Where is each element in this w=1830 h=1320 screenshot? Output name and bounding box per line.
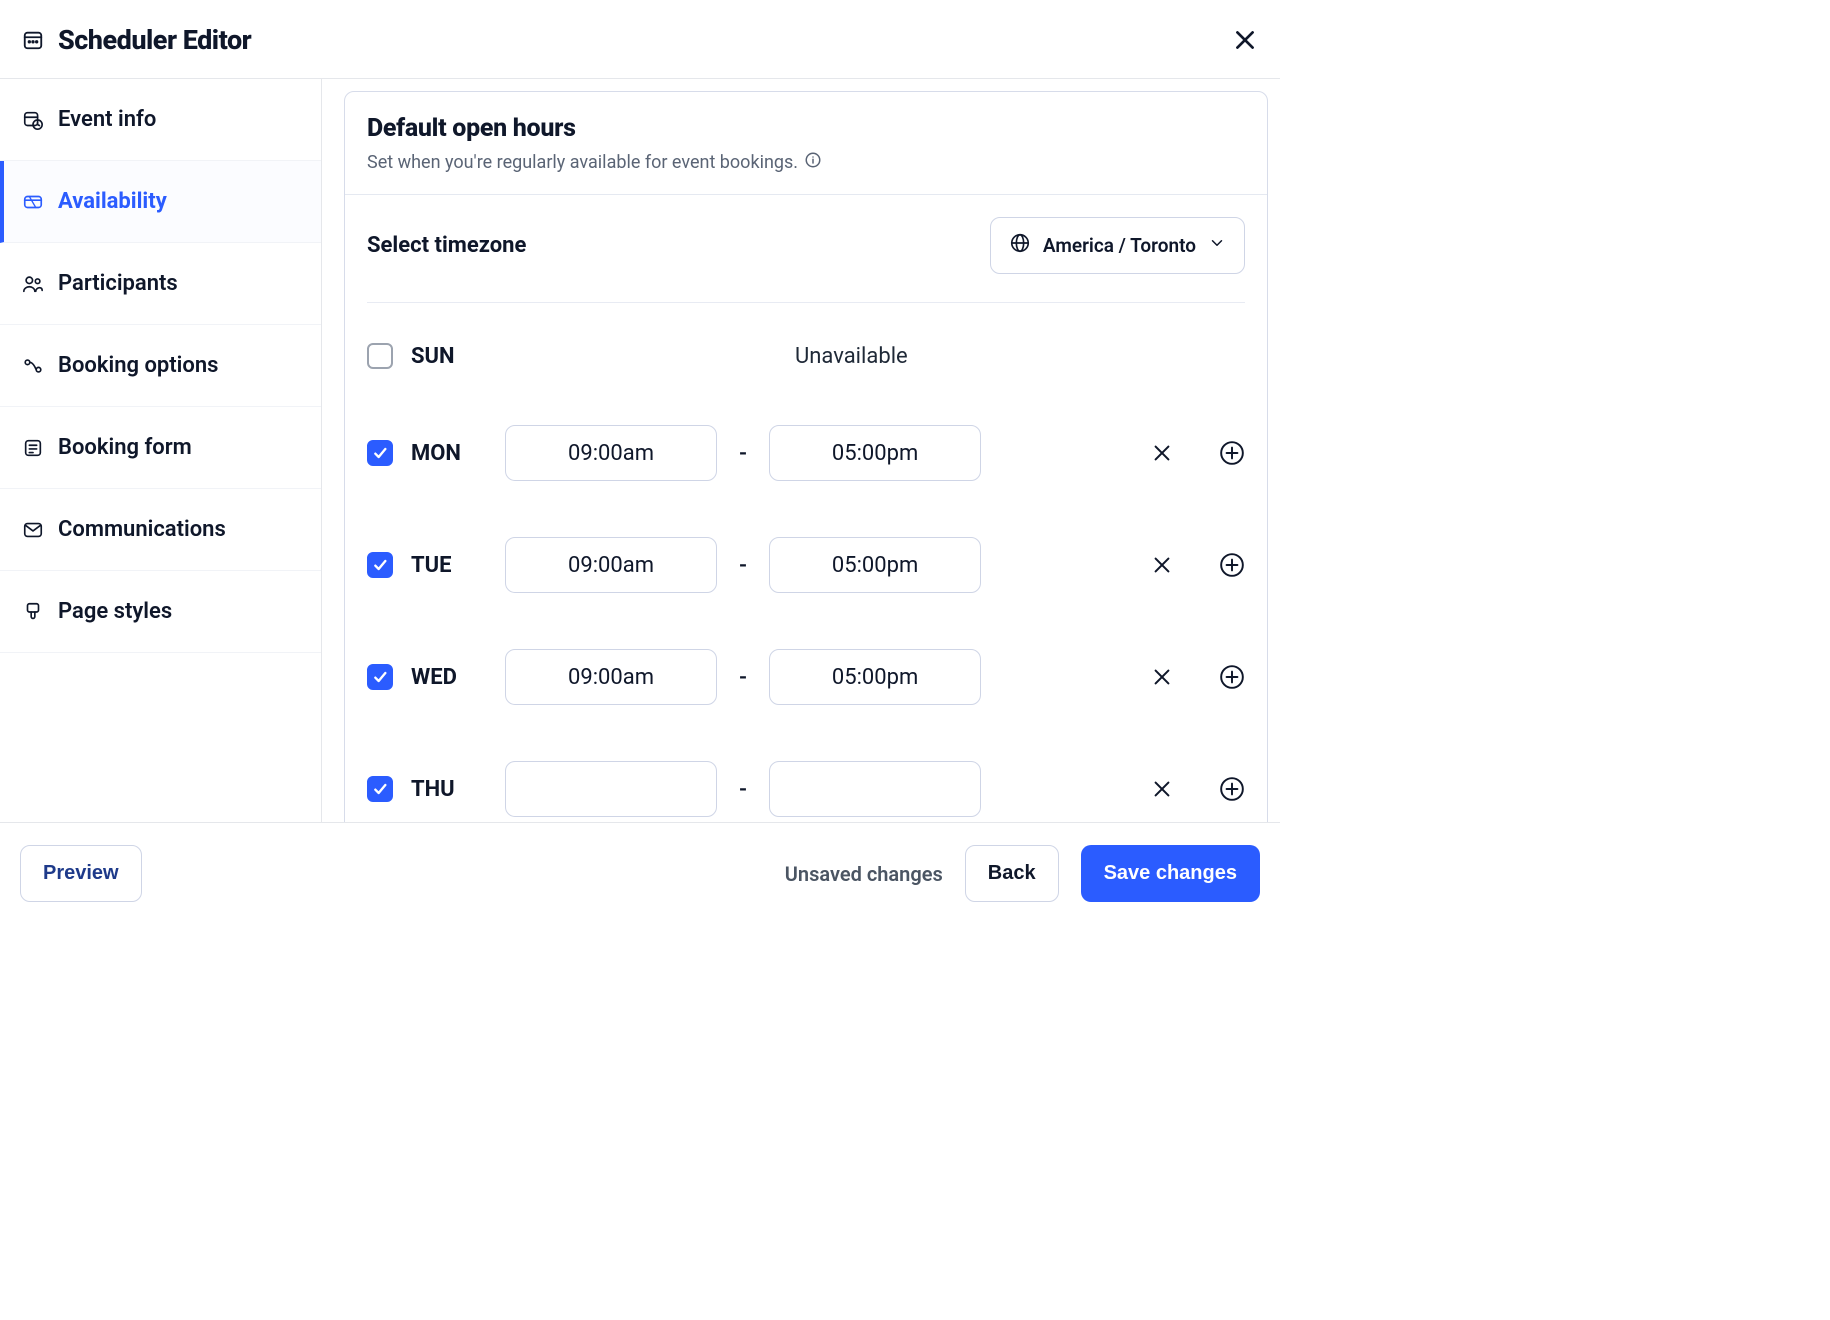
save-changes-button[interactable]: Save changes — [1081, 845, 1260, 902]
brush-icon — [22, 601, 44, 623]
card-title: Default open hours — [367, 114, 1245, 143]
add-slot-button[interactable] — [1219, 440, 1245, 466]
add-slot-button[interactable] — [1219, 552, 1245, 578]
start-time-input[interactable]: 09:00am — [505, 649, 717, 705]
footer-bar: Preview Unsaved changes Back Save change… — [0, 822, 1280, 924]
form-icon — [22, 437, 44, 459]
day-checkbox-tue[interactable] — [367, 552, 393, 578]
day-row-thu: THU - — [367, 733, 1245, 817]
timezone-select[interactable]: America / Toronto — [990, 217, 1245, 274]
day-checkbox-mon[interactable] — [367, 440, 393, 466]
sidebar-item-event-info[interactable]: Event info — [0, 79, 321, 161]
unavailable-label: Unavailable — [795, 344, 908, 369]
start-time-input[interactable] — [505, 761, 717, 817]
open-hours-card: Default open hours Set when you're regul… — [344, 91, 1268, 924]
remove-slot-button[interactable] — [1151, 778, 1173, 800]
preview-button[interactable]: Preview — [20, 845, 142, 902]
sidebar-item-label: Participants — [58, 271, 178, 296]
sidebar-item-label: Booking form — [58, 435, 192, 460]
day-row-sun: SUN Unavailable — [367, 315, 1245, 397]
scheduler-icon — [22, 29, 44, 51]
timezone-value: America / Toronto — [1043, 234, 1196, 257]
day-label: WED — [411, 665, 477, 690]
sidebar-item-label: Booking options — [58, 353, 218, 378]
start-time-input[interactable]: 09:00am — [505, 537, 717, 593]
sliders-icon — [22, 355, 44, 377]
day-row-mon: MON 09:00am - 05:00pm — [367, 397, 1245, 509]
end-time-input[interactable]: 05:00pm — [769, 537, 981, 593]
day-row-tue: TUE 09:00am - 05:00pm — [367, 509, 1245, 621]
sidebar-item-label: Communications — [58, 517, 226, 542]
time-separator: - — [739, 441, 747, 466]
day-label: TUE — [411, 553, 477, 578]
remove-slot-button[interactable] — [1151, 442, 1173, 464]
calendar-clock-icon — [22, 109, 44, 131]
availability-icon — [22, 191, 44, 213]
time-separator: - — [739, 553, 747, 578]
end-time-input[interactable]: 05:00pm — [769, 425, 981, 481]
day-label: SUN — [411, 344, 477, 369]
time-separator: - — [739, 777, 747, 802]
start-time-input[interactable]: 09:00am — [505, 425, 717, 481]
back-button[interactable]: Back — [965, 845, 1059, 902]
sidebar-item-participants[interactable]: Participants — [0, 243, 321, 325]
info-icon[interactable] — [804, 151, 822, 174]
mail-icon — [22, 519, 44, 541]
chevron-down-icon — [1208, 234, 1226, 257]
day-row-wed: WED 09:00am - 05:00pm — [367, 621, 1245, 733]
remove-slot-button[interactable] — [1151, 666, 1173, 688]
card-subtitle: Set when you're regularly available for … — [367, 151, 1245, 174]
sidebar-item-booking-options[interactable]: Booking options — [0, 325, 321, 407]
day-checkbox-sun[interactable] — [367, 343, 393, 369]
sidebar-item-page-styles[interactable]: Page styles — [0, 571, 321, 653]
sidebar-item-booking-form[interactable]: Booking form — [0, 407, 321, 489]
remove-slot-button[interactable] — [1151, 554, 1173, 576]
day-checkbox-thu[interactable] — [367, 776, 393, 802]
sidebar-item-availability[interactable]: Availability — [0, 161, 321, 243]
add-slot-button[interactable] — [1219, 776, 1245, 802]
end-time-input[interactable]: 05:00pm — [769, 649, 981, 705]
timezone-label: Select timezone — [367, 233, 526, 258]
header-bar: Scheduler Editor — [0, 0, 1280, 79]
day-checkbox-wed[interactable] — [367, 664, 393, 690]
sidebar-item-communications[interactable]: Communications — [0, 489, 321, 571]
page-title: Scheduler Editor — [58, 24, 251, 56]
users-icon — [22, 273, 44, 295]
sidebar-item-label: Availability — [58, 189, 167, 214]
sidebar: Event info Availability — [0, 79, 322, 924]
sidebar-item-label: Page styles — [58, 599, 172, 624]
globe-icon — [1009, 232, 1031, 259]
day-label: MON — [411, 441, 477, 466]
close-button[interactable] — [1232, 27, 1258, 53]
sidebar-item-label: Event info — [58, 107, 156, 132]
time-separator: - — [739, 665, 747, 690]
unsaved-changes-status: Unsaved changes — [785, 862, 943, 886]
add-slot-button[interactable] — [1219, 664, 1245, 690]
end-time-input[interactable] — [769, 761, 981, 817]
day-label: THU — [411, 777, 477, 802]
